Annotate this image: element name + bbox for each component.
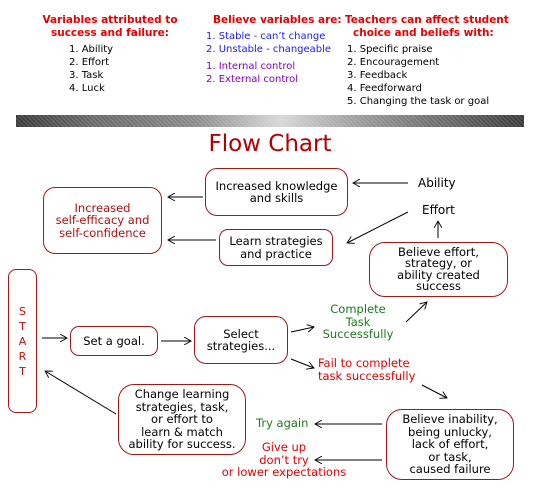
list-item: 4. Luck — [69, 83, 105, 94]
divider-bar — [16, 115, 524, 127]
set-goal-node: Set a goal. — [70, 326, 158, 356]
learn-strategies-node: Learn strategies and practice — [219, 229, 333, 266]
list-item: 1. Specific praise — [347, 44, 433, 55]
increased-self-efficacy-node: Increased self-efficacy and self-confide… — [43, 187, 162, 254]
list-item: 3. Feedback — [347, 70, 408, 81]
arrow-change-to-start — [45, 371, 117, 415]
teachers-list: 1. Specific praise 2. Encouragement 3. F… — [347, 43, 540, 108]
start-node: S T A R T — [8, 269, 37, 413]
list-item: 4. Feedforward — [347, 83, 422, 94]
list-item: 2. Unstable - changeable — [206, 44, 332, 55]
list-item: 1. Stable - can’t change — [206, 31, 326, 42]
fail-task-label: Fail to complete task successfully — [318, 356, 416, 383]
variables-list: 1. Ability 2. Effort 3. Task 4. Luck — [69, 43, 180, 95]
list-item: 5. Changing the task or goal — [347, 96, 490, 107]
arrow-effort-to-learn — [347, 211, 409, 243]
list-item: 2. Encouragement — [347, 57, 440, 68]
give-up-label: Give up don’t try or lower expectations — [221, 440, 347, 479]
arrow-complete-to-believe — [405, 302, 427, 323]
effort-label: Effort — [422, 203, 455, 217]
arrow-strategies-to-fail — [290, 358, 314, 368]
list-item: 1. Internal control — [206, 61, 296, 72]
list-item: 3. Task — [69, 70, 104, 81]
teachers-section: Teachers can affect student choice and b… — [340, 14, 540, 108]
list-item: 1. Ability — [69, 44, 114, 55]
list-item: 2. Effort — [69, 57, 110, 68]
arrow-strategies-to-complete — [290, 327, 314, 333]
complete-task-label: Complete Task Successfully — [322, 302, 394, 341]
flowchart-title: Flow Chart — [208, 131, 332, 157]
increased-knowledge-node: Increased knowledge and skills — [205, 168, 348, 216]
believe-effort-node: Believe effort, strategy, or ability cre… — [369, 242, 508, 297]
list-item: 2. External control — [206, 74, 299, 85]
beliefs-section: Believe variables are: 1. Stable - can’t… — [200, 14, 350, 86]
variables-section: Variables attributed to success and fail… — [40, 14, 180, 95]
believe-inability-node: Believe inability, being unlucky, lack o… — [386, 409, 514, 480]
select-strategies-node: Select strategies... — [194, 316, 288, 364]
try-again-label: Try again — [256, 416, 309, 430]
arrow-fail-to-inability — [421, 384, 447, 398]
ability-label: Ability — [418, 176, 456, 190]
teachers-heading: Teachers can affect student choice and b… — [345, 14, 509, 39]
control-list: 1. Internal control 2. External control — [206, 60, 350, 86]
beliefs-heading: Believe variables are: — [213, 14, 342, 26]
stability-list: 1. Stable - can’t change 2. Unstable - c… — [206, 30, 350, 56]
variables-heading: Variables attributed to success and fail… — [42, 14, 178, 39]
